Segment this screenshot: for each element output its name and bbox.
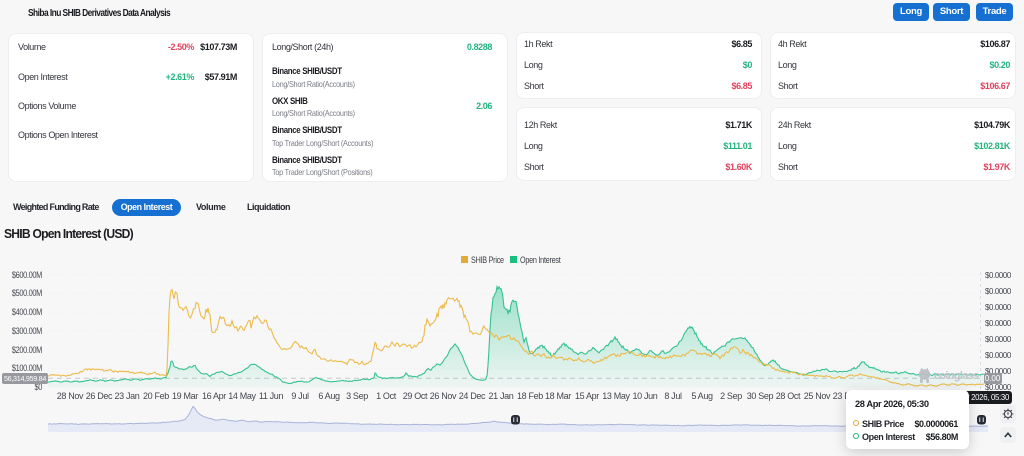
svg-text:coinglass: coinglass: [934, 370, 979, 382]
